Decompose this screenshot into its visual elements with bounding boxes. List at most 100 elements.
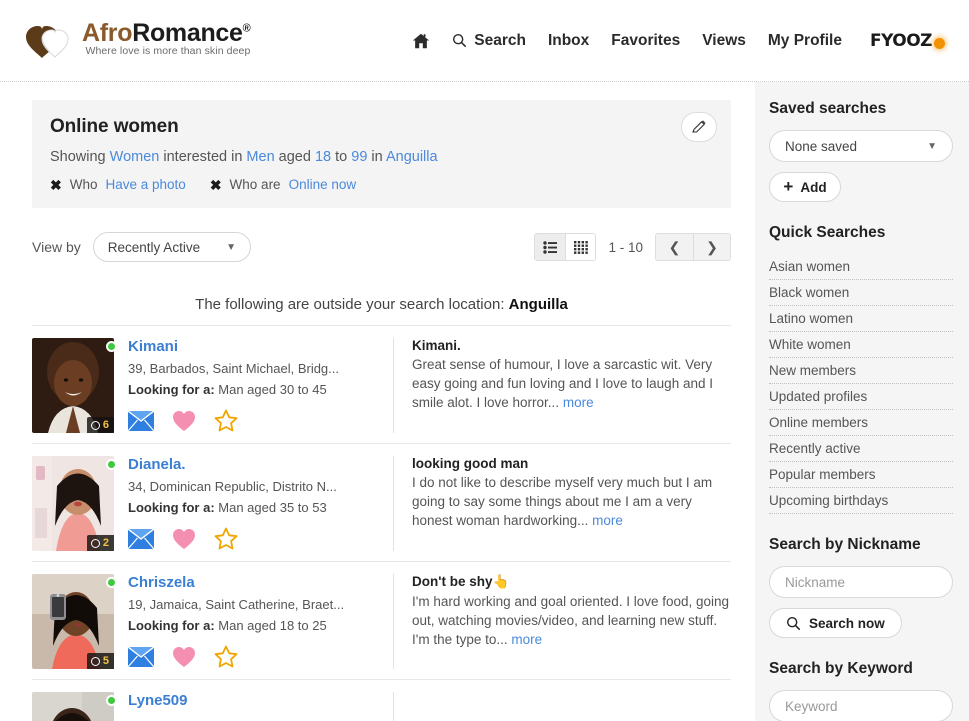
nav-item-search[interactable]: Search [452,32,526,50]
keyword-input[interactable] [769,690,953,721]
more-link[interactable]: more [511,632,542,647]
results-range: 1 - 10 [608,239,643,255]
home-icon[interactable] [412,32,430,50]
more-link[interactable]: more [563,395,594,410]
message-icon[interactable] [128,410,154,431]
criteria-age-max-link[interactable]: 99 [351,149,367,165]
quick-search-online-members[interactable]: Online members [769,410,953,436]
heart-icon[interactable] [172,646,196,668]
profile-thumbnail-wrap[interactable]: 2 [32,456,117,551]
about-text-wrap: I'm hard working and goal oriented. I lo… [412,592,731,649]
profile-about: looking good man I do not like to descri… [393,456,731,551]
close-icon[interactable]: ✖ [50,178,62,192]
prev-page-button[interactable]: ❮ [656,234,693,260]
quick-search-latino-women[interactable]: Latino women [769,306,953,332]
quick-search-upcoming-birthdays[interactable]: Upcoming birthdays [769,488,953,514]
profile-name-link[interactable]: Kimani [128,338,389,355]
profile-thumbnail-wrap[interactable]: 5 [32,574,117,669]
view-by-label: View by [32,239,81,255]
camera-icon [90,538,100,548]
quick-search-asian-women[interactable]: Asian women [769,254,953,280]
avatar[interactable] [32,692,114,721]
toolbar-right-group: 1 - 10 ❮ ❯ [534,233,731,261]
close-icon[interactable]: ✖ [210,178,222,192]
nav-item-views[interactable]: Views [702,32,746,50]
quick-search-updated-profiles[interactable]: Updated profiles [769,384,953,410]
sort-select[interactable]: Recently Active ▼ [92,232,251,262]
search-summary-panel: Online women Showing Women interested in… [32,100,731,208]
profile-about [393,692,731,721]
edit-search-button[interactable] [681,112,717,142]
quick-search-white-women[interactable]: White women [769,332,953,358]
quick-search-recently-active[interactable]: Recently active [769,436,953,462]
quick-search-popular-members[interactable]: Popular members [769,462,953,488]
results-toolbar: View by Recently Active ▼ 1 - 10 ❮ ❯ [32,230,731,264]
message-icon[interactable] [128,646,154,667]
about-text: I do not like to describe myself very mu… [412,475,713,529]
quick-search-black-women[interactable]: Black women [769,280,953,306]
profile-thumbnail-wrap[interactable] [32,692,117,721]
nav-item-my-profile[interactable]: My Profile [768,32,842,50]
criteria-interested-in-link[interactable]: Men [246,149,274,165]
profile-actions [128,645,389,668]
heart-icon[interactable] [172,410,196,432]
top-navigation-bar: AfroRomance® Where love is more than ski… [0,0,969,82]
photo-count: 6 [102,419,109,431]
quick-searches-list: Asian women Black women Latino women Whi… [769,254,953,514]
profile-name-link[interactable]: Lyne509 [128,692,389,709]
more-link[interactable]: more [592,513,623,528]
criteria-gender-link[interactable]: Women [110,149,160,165]
profile-info: Lyne509 [114,692,389,721]
nav-item-inbox[interactable]: Inbox [548,32,589,50]
criteria-age-min-link[interactable]: 18 [315,149,331,165]
add-saved-search-button[interactable]: + Add [769,172,841,202]
about-text-wrap: Great sense of humour, I love a sarcasti… [412,355,731,412]
page-root: AfroRomance® Where love is more than ski… [0,0,969,721]
heart-icon[interactable] [172,528,196,550]
looking-for-label: Looking for a: [128,500,215,515]
table-row[interactable]: Lyne509 [32,679,731,721]
filter-link[interactable]: Online now [289,177,357,192]
nickname-search-button[interactable]: Search now [769,608,902,638]
fyooz-logo-text: FYOOZ [869,30,933,51]
plus-icon: + [783,177,794,197]
looking-for-value: Man aged 35 to 53 [214,500,327,515]
filter-prefix: Who are [229,177,281,192]
table-row[interactable]: 6 Kimani 39, Barbados, Saint Michael, Br… [32,325,731,443]
quick-search-new-members[interactable]: New members [769,358,953,384]
nickname-input[interactable] [769,566,953,598]
criteria-age-to: to [331,149,352,165]
criteria-location-link[interactable]: Anguilla [386,149,438,165]
site-logo[interactable]: AfroRomance® Where love is more than ski… [24,19,251,62]
profile-name-link[interactable]: Chriszela [128,574,389,591]
profile-about: Kimani. Great sense of humour, I love a … [393,338,731,433]
looking-for-label: Looking for a: [128,382,215,397]
next-page-button[interactable]: ❯ [693,234,730,260]
list-view-icon [543,240,557,254]
online-status-indicator [106,459,117,470]
star-icon[interactable] [214,409,238,432]
message-icon[interactable] [128,528,154,549]
showing-prefix: Showing [50,149,110,165]
star-icon[interactable] [214,645,238,668]
grid-view-button[interactable] [565,234,596,260]
star-icon[interactable] [214,527,238,550]
fyooz-logo[interactable]: FYOOZ [870,31,945,51]
list-view-button[interactable] [535,234,566,260]
chevron-down-icon: ▼ [927,140,937,152]
profile-actions [128,527,389,550]
profile-info: Dianela. 34, Dominican Republic, Distrit… [114,456,389,551]
saved-searches-select[interactable]: None saved ▼ [769,130,953,162]
nav-item-favorites[interactable]: Favorites [611,32,680,50]
table-row[interactable]: 2 Dianela. 34, Dominican Republic, Distr… [32,443,731,561]
filter-link[interactable]: Have a photo [106,177,186,192]
logo-tagline: Where love is more than skin deep [85,44,251,57]
profile-about: Don't be shy👆 I'm hard working and goal … [393,574,731,669]
profile-name-link[interactable]: Dianela. [128,456,389,473]
pagination: ❮ ❯ [655,233,731,261]
table-row[interactable]: 5 Chriszela 19, Jamaica, Saint Catherine… [32,561,731,679]
photo-count-badge: 6 [86,417,114,433]
add-button-label: Add [800,179,827,195]
chevron-down-icon: ▼ [226,241,236,253]
profile-thumbnail-wrap[interactable]: 6 [32,338,117,433]
